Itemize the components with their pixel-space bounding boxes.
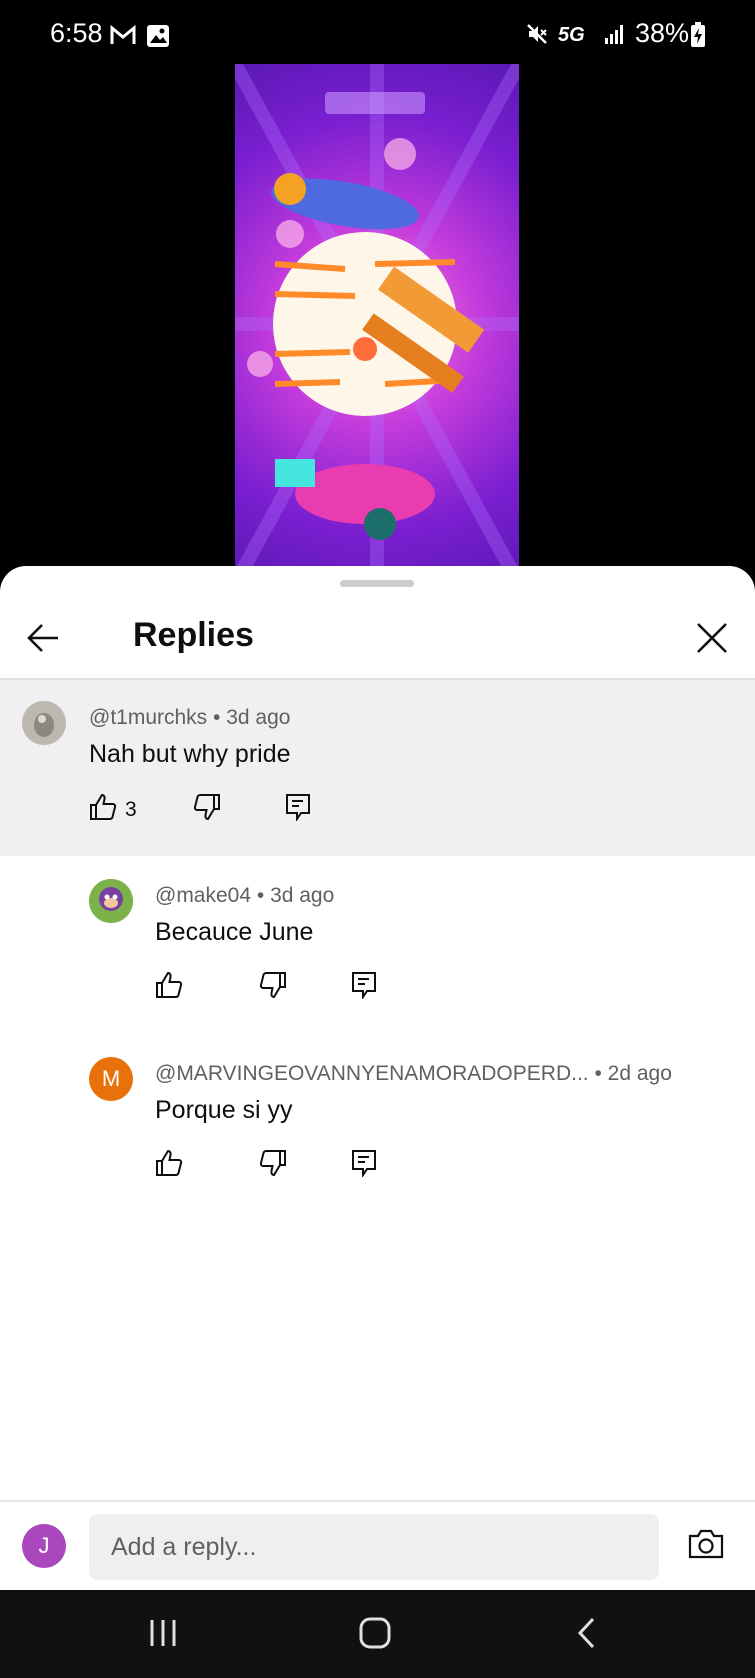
- reply-button[interactable]: [351, 971, 377, 1004]
- reply-input[interactable]: [89, 1514, 659, 1580]
- comment-text: Becauce June: [155, 918, 314, 946]
- reply-bar: J: [0, 1502, 755, 1590]
- mute-icon: [525, 22, 549, 51]
- photo-icon: [146, 24, 170, 53]
- comment-text: Nah but why pride: [89, 740, 291, 768]
- comment-icon: [351, 1149, 377, 1182]
- page-title: Replies: [133, 616, 254, 654]
- comment-text: Porque si yy: [155, 1096, 293, 1124]
- back-nav-icon[interactable]: [575, 1616, 599, 1655]
- like-button[interactable]: 3: [89, 793, 137, 826]
- comment-meta: @t1murchks • 3d ago: [89, 706, 290, 730]
- comment-meta: @MARVINGEOVANNYENAMORADOPERD... • 2d ago: [155, 1062, 672, 1086]
- replies-sheet: Replies @t1murchks • 3d ago Nah but why …: [0, 566, 755, 1590]
- thumb-up-icon: [155, 1149, 183, 1182]
- home-icon[interactable]: [358, 1616, 392, 1655]
- like-count: 3: [125, 797, 137, 821]
- arrow-left-icon[interactable]: [24, 618, 64, 658]
- close-icon[interactable]: [692, 618, 732, 658]
- comment-icon: [351, 971, 377, 1004]
- dislike-button[interactable]: [259, 971, 287, 1004]
- comment-time: 2d ago: [607, 1062, 672, 1085]
- like-button[interactable]: [155, 1149, 183, 1182]
- thumb-up-icon: [89, 793, 117, 826]
- dislike-button[interactable]: [193, 793, 221, 826]
- thumb-down-icon: [259, 971, 287, 1004]
- status-time: 6:58: [50, 18, 103, 48]
- meta-separator: •: [207, 706, 227, 729]
- thumb-down-icon: [259, 1149, 287, 1182]
- avatar[interactable]: J: [22, 1524, 66, 1568]
- meta-separator: •: [588, 1062, 608, 1085]
- battery-level: 38%: [635, 18, 690, 48]
- network-type: 5G: [558, 24, 585, 46]
- recent-apps-icon[interactable]: [148, 1616, 178, 1655]
- comment-time: 3d ago: [270, 884, 335, 907]
- comment-time: 3d ago: [226, 706, 291, 729]
- camera-icon[interactable]: [687, 1528, 725, 1565]
- avatar[interactable]: [22, 701, 66, 745]
- game-vehicles-thumbnail: [235, 64, 519, 584]
- system-nav-bar: [0, 1590, 755, 1678]
- status-bar: 6:58 5G 38%: [0, 0, 755, 64]
- drag-handle[interactable]: [340, 580, 414, 587]
- comment-author[interactable]: @t1murchks: [89, 706, 207, 729]
- reply-button[interactable]: [285, 793, 311, 826]
- video-player[interactable]: [0, 64, 755, 584]
- reply-comment: M @MARVINGEOVANNYENAMORADOPERD... • 2d a…: [0, 1034, 755, 1212]
- comment-meta: @make04 • 3d ago: [155, 884, 334, 908]
- like-button[interactable]: [155, 971, 183, 1004]
- meta-separator: •: [251, 884, 271, 907]
- reply-button[interactable]: [351, 1149, 377, 1182]
- comment-author[interactable]: @MARVINGEOVANNYENAMORADOPERD...: [155, 1062, 589, 1085]
- gmail-icon: [110, 24, 136, 51]
- signal-icon: [604, 22, 628, 51]
- thumb-up-icon: [155, 971, 183, 1004]
- comment-icon: [285, 793, 311, 826]
- thumb-down-icon: [193, 793, 221, 826]
- reply-comment: @make04 • 3d ago Becauce June: [0, 856, 755, 1034]
- avatar[interactable]: M: [89, 1057, 133, 1101]
- parent-comment: @t1murchks • 3d ago Nah but why pride 3: [0, 680, 755, 856]
- sheet-header: Replies: [0, 596, 755, 676]
- comment-author[interactable]: @make04: [155, 884, 251, 907]
- avatar[interactable]: [89, 879, 133, 923]
- battery-charging-icon: [690, 22, 706, 53]
- dislike-button[interactable]: [259, 1149, 287, 1182]
